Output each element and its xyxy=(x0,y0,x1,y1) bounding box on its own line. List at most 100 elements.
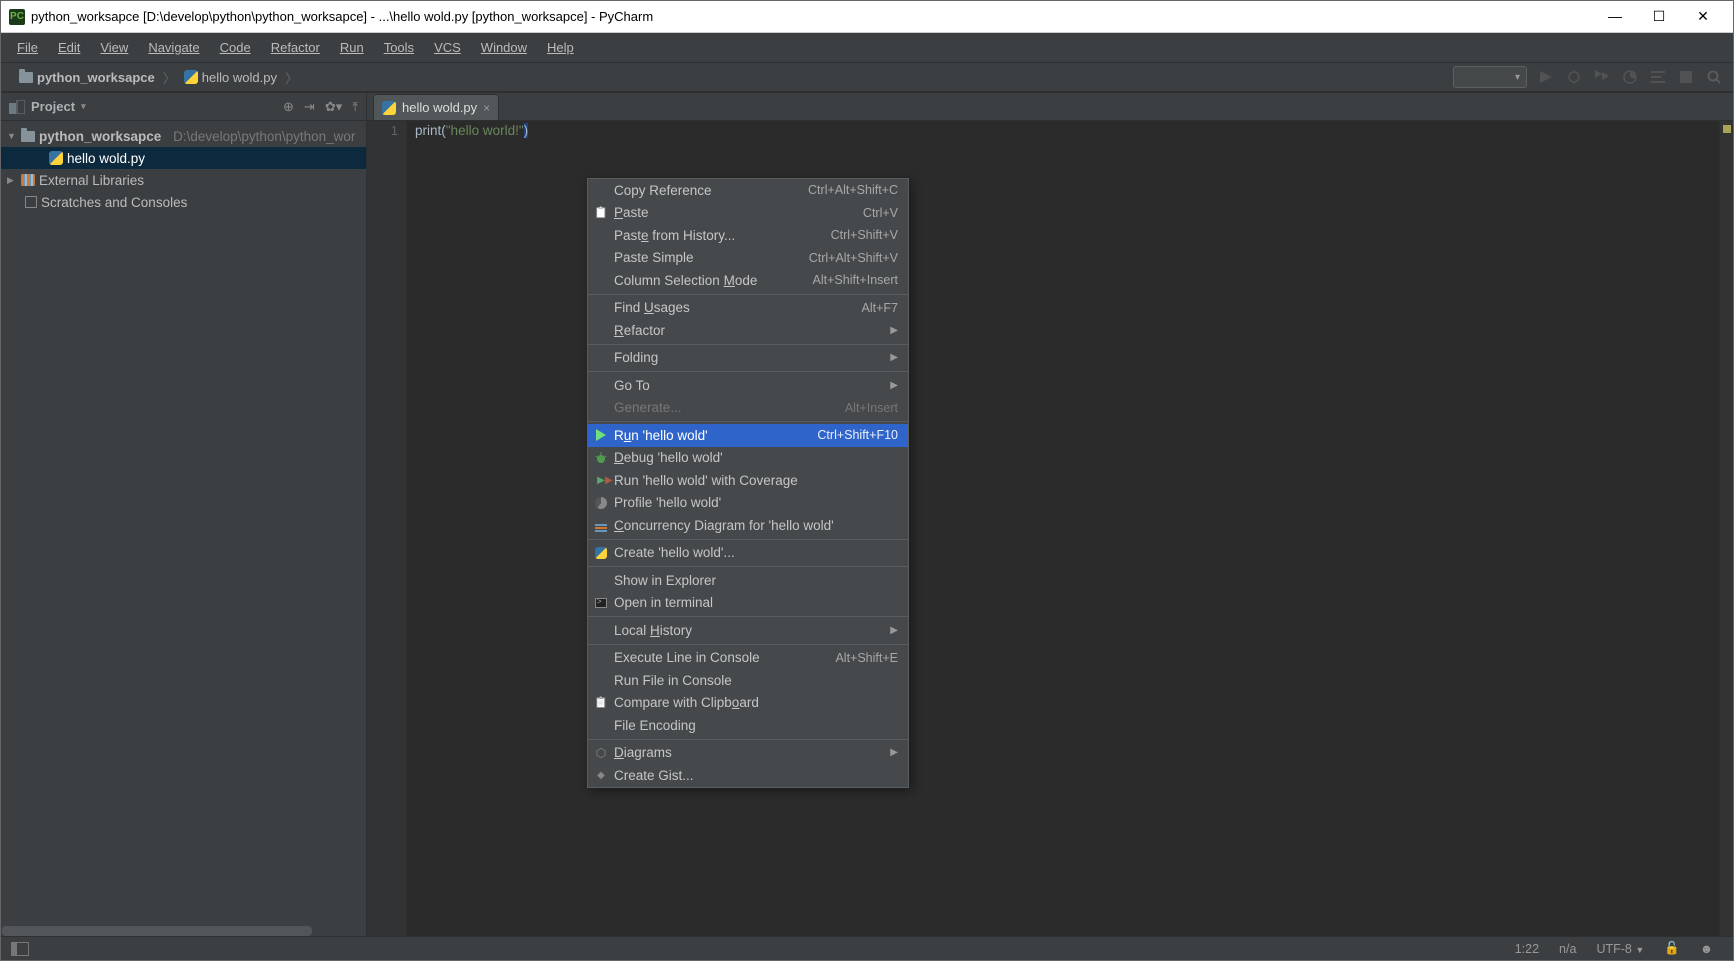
breadcrumb-project[interactable]: python_worksapce xyxy=(11,68,163,87)
gist-icon xyxy=(594,768,608,782)
folder-icon xyxy=(19,72,33,83)
context-menu-item[interactable]: Execute Line in ConsoleAlt+Shift+E xyxy=(588,647,908,670)
status-encoding[interactable]: UTF-8 ▼ xyxy=(1586,942,1654,956)
scroll-from-source-icon[interactable]: ⊕ xyxy=(283,99,294,115)
context-menu-label: Local History xyxy=(614,623,890,638)
context-menu-item[interactable]: Diagrams▶ xyxy=(588,742,908,765)
navigation-bar: python_worksapce 〉 hello wold.py 〉 xyxy=(1,63,1733,93)
breadcrumb-separator: 〉 xyxy=(285,68,298,87)
context-menu-item[interactable]: Run File in Console xyxy=(588,669,908,692)
status-caret-position[interactable]: 1:22 xyxy=(1505,942,1549,956)
context-menu-shortcut: Alt+Insert xyxy=(845,401,898,415)
status-inspections-icon[interactable]: ☻ xyxy=(1690,942,1723,956)
context-menu-label: Debug 'hello wold' xyxy=(614,450,898,465)
tree-root[interactable]: ▼ python_worksapce D:\develop\python\pyt… xyxy=(1,125,366,147)
context-menu-item[interactable]: Create Gist... xyxy=(588,764,908,787)
minimize-button[interactable]: — xyxy=(1605,8,1625,25)
menu-view[interactable]: View xyxy=(90,36,138,59)
menu-tools[interactable]: Tools xyxy=(374,36,424,59)
profile-button-icon[interactable] xyxy=(1621,68,1639,86)
context-menu-item[interactable]: Refactor▶ xyxy=(588,319,908,342)
context-menu-item[interactable]: Show in Explorer xyxy=(588,569,908,592)
menu-help[interactable]: Help xyxy=(537,36,584,59)
settings-gear-icon[interactable]: ✿▾ xyxy=(325,99,342,115)
maximize-button[interactable]: ☐ xyxy=(1649,8,1669,25)
context-menu-item[interactable]: Copy ReferenceCtrl+Alt+Shift+C xyxy=(588,179,908,202)
menu-run[interactable]: Run xyxy=(330,36,374,59)
collapse-all-icon[interactable]: ⇥ xyxy=(304,99,315,115)
context-menu-item[interactable]: Find UsagesAlt+F7 xyxy=(588,297,908,320)
menu-refactor[interactable]: Refactor xyxy=(261,36,330,59)
coverage-button-icon[interactable] xyxy=(1593,68,1611,86)
python-file-icon xyxy=(382,101,396,115)
context-menu-item[interactable]: Column Selection ModeAlt+Shift+Insert xyxy=(588,269,908,292)
context-menu-label: Folding xyxy=(614,350,890,365)
context-menu-separator xyxy=(588,371,908,372)
context-menu-item[interactable]: Local History▶ xyxy=(588,619,908,642)
scrollbar-thumb[interactable] xyxy=(2,926,312,936)
editor-tab-active[interactable]: hello wold.py × xyxy=(373,94,499,120)
debug-button-icon[interactable] xyxy=(1565,68,1583,86)
menu-edit[interactable]: Edit xyxy=(48,36,90,59)
hide-tool-icon[interactable]: ⤒ xyxy=(352,99,358,115)
search-everywhere-icon[interactable] xyxy=(1705,68,1723,86)
context-menu-separator xyxy=(588,294,908,295)
menu-code[interactable]: Code xyxy=(210,36,261,59)
context-menu-item[interactable]: PasteCtrl+V xyxy=(588,202,908,225)
context-menu-item[interactable]: Debug 'hello wold' xyxy=(588,447,908,470)
context-menu-item[interactable]: Go To▶ xyxy=(588,374,908,397)
context-menu-item[interactable]: Profile 'hello wold' xyxy=(588,492,908,515)
context-menu-item[interactable]: Folding▶ xyxy=(588,347,908,370)
expander-icon[interactable]: ▼ xyxy=(7,131,17,141)
submenu-arrow-icon: ▶ xyxy=(890,352,898,363)
status-readonly-icon[interactable]: 🔓 xyxy=(1654,941,1690,956)
menu-navigate[interactable]: Navigate xyxy=(138,36,209,59)
profile-icon xyxy=(594,496,608,510)
context-menu-item[interactable]: Concurrency Diagram for 'hello wold' xyxy=(588,514,908,537)
project-tool-title[interactable]: Project xyxy=(31,99,283,114)
tree-external-libraries[interactable]: ▶ External Libraries xyxy=(1,169,366,191)
menu-file[interactable]: File xyxy=(7,36,48,59)
context-menu-label: Show in Explorer xyxy=(614,573,898,588)
context-menu-label: Copy Reference xyxy=(614,183,808,198)
context-menu-item[interactable]: Open in terminal xyxy=(588,592,908,615)
concurrency-button-icon[interactable] xyxy=(1649,68,1667,86)
tool-windows-quick-access-icon[interactable] xyxy=(11,942,29,956)
inspection-indicator-icon[interactable] xyxy=(1723,125,1731,133)
context-menu-separator xyxy=(588,616,908,617)
menu-window[interactable]: Window xyxy=(471,36,537,59)
main-menubar: File Edit View Navigate Code Refactor Ru… xyxy=(1,33,1733,63)
stop-button-icon[interactable] xyxy=(1677,68,1695,86)
context-menu-item[interactable]: Create 'hello wold'... xyxy=(588,542,908,565)
expander-icon[interactable]: ▶ xyxy=(7,175,17,186)
context-menu-item[interactable]: Compare with Clipboard xyxy=(588,692,908,715)
run-config-combo[interactable] xyxy=(1453,66,1527,88)
editor-context-menu: Copy ReferenceCtrl+Alt+Shift+CPasteCtrl+… xyxy=(587,178,909,788)
tree-root-name: python_worksapce xyxy=(39,129,161,144)
context-menu-separator xyxy=(588,644,908,645)
context-menu-label: Diagrams xyxy=(614,745,890,760)
context-menu-shortcut: Alt+Shift+E xyxy=(835,651,898,665)
context-menu-item[interactable]: Paste SimpleCtrl+Alt+Shift+V xyxy=(588,247,908,270)
context-menu-label: Open in terminal xyxy=(614,595,898,610)
context-menu-separator xyxy=(588,566,908,567)
context-menu-label: Run 'hello wold' with Coverage xyxy=(614,473,898,488)
close-button[interactable]: ✕ xyxy=(1693,8,1713,25)
editor-gutter[interactable]: 1 xyxy=(367,121,407,936)
close-tab-icon[interactable]: × xyxy=(483,101,490,115)
status-line-separator[interactable]: n/a xyxy=(1549,942,1586,956)
run-button-icon[interactable] xyxy=(1537,68,1555,86)
context-menu-item: Generate...Alt+Insert xyxy=(588,397,908,420)
window-controls: — ☐ ✕ xyxy=(1605,8,1725,25)
context-menu-item[interactable]: Run 'hello wold'Ctrl+Shift+F10 xyxy=(588,424,908,447)
context-menu-item[interactable]: File Encoding xyxy=(588,714,908,737)
breadcrumb-file[interactable]: hello wold.py xyxy=(176,68,285,87)
tree-external-label: External Libraries xyxy=(39,173,144,188)
menu-vcs[interactable]: VCS xyxy=(424,36,471,59)
tree-scratches[interactable]: Scratches and Consoles xyxy=(1,191,366,213)
tree-file-selected[interactable]: hello wold.py xyxy=(1,147,366,169)
sidebar-horizontal-scrollbar[interactable] xyxy=(2,926,366,936)
context-menu-item[interactable]: Paste from History...Ctrl+Shift+V xyxy=(588,224,908,247)
terminal-icon xyxy=(594,596,608,610)
context-menu-item[interactable]: Run 'hello wold' with Coverage xyxy=(588,469,908,492)
